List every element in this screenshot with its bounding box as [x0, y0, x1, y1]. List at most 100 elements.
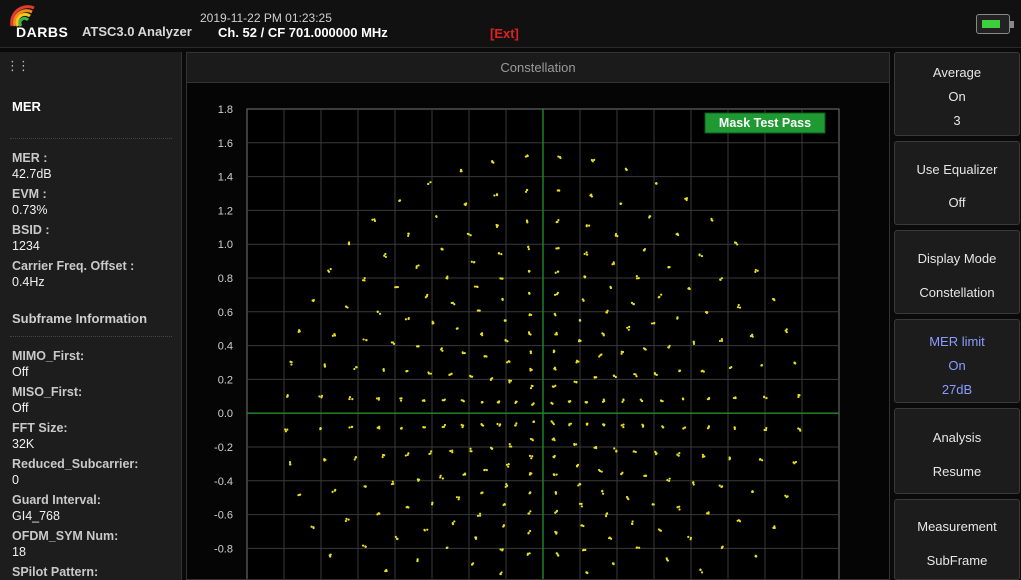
constellation-point: [407, 234, 410, 237]
constellation-point: [480, 400, 484, 404]
constellation-point: [348, 397, 351, 401]
constellation-point: [483, 469, 486, 472]
constellation-point: [446, 546, 449, 549]
analysis-button[interactable]: Analysis Resume: [894, 408, 1020, 494]
constellation-point: [705, 512, 709, 515]
constellation-point: [555, 531, 558, 534]
constellation-point: [631, 522, 634, 526]
metric-value: 42.7dB: [12, 167, 52, 181]
constellation-point: [528, 512, 531, 515]
constellation-point: [461, 351, 464, 354]
button-value: Constellation: [919, 285, 995, 300]
constellation-point: [514, 424, 517, 427]
constellation-point: [443, 423, 447, 427]
constellation-point: [381, 455, 384, 459]
constellation-point: [461, 426, 464, 429]
constellation-point: [286, 394, 289, 397]
constellation-point: [475, 285, 479, 288]
constellation-point: [676, 316, 679, 319]
constellation-point: [508, 442, 511, 446]
constellation-point: [457, 496, 461, 499]
constellation-point: [575, 380, 578, 384]
constellation-point: [329, 267, 332, 271]
metric-value: 1234: [12, 239, 40, 253]
constellation-point: [599, 354, 602, 357]
constellation-point: [404, 454, 407, 457]
constellation-point: [478, 514, 482, 517]
constellation-point: [491, 447, 494, 450]
constellation-point: [687, 535, 690, 538]
channel-frequency: Ch. 52 / CF 701.000000 MHz: [218, 25, 388, 40]
constellation-point: [469, 450, 472, 453]
constellation-point: [383, 254, 386, 257]
constellation-point: [361, 279, 365, 282]
constellation-point: [615, 449, 618, 452]
constellation-point: [649, 215, 652, 218]
button-label: Display Mode: [917, 251, 997, 266]
constellation-point: [504, 319, 507, 322]
metric-label: BSID :: [12, 223, 50, 237]
drag-handle-icon[interactable]: ⋮⋮: [6, 58, 30, 74]
mer-limit-button[interactable]: MER limit On 27dB: [894, 319, 1020, 403]
constellation-point: [620, 350, 623, 353]
constellation-point: [471, 563, 474, 566]
y-tick-label: 0.2: [218, 374, 233, 386]
constellation-point: [692, 483, 695, 486]
constellation-point: [439, 474, 442, 477]
constellation-point: [734, 396, 737, 399]
constellation-point: [506, 340, 509, 343]
constellation-point: [557, 155, 560, 158]
constellation-point: [638, 546, 641, 549]
average-button[interactable]: Average On 3: [894, 52, 1020, 136]
constellation-point: [348, 395, 352, 399]
constellation-point: [529, 333, 532, 336]
constellation-point: [364, 545, 367, 548]
logo-text: DARBS: [16, 24, 69, 40]
constellation-point: [555, 473, 558, 476]
constellation-point: [415, 266, 418, 269]
constellation-point: [526, 154, 529, 157]
constellation-point: [763, 395, 766, 398]
constellation-point: [662, 426, 665, 429]
y-tick-label: 0.4: [218, 341, 233, 353]
display-mode-button[interactable]: Display Mode Constellation: [894, 230, 1020, 314]
constellation-point: [426, 293, 429, 297]
constellation-point: [720, 337, 724, 341]
button-label: Use Equalizer: [916, 162, 998, 177]
constellation-point: [382, 368, 385, 371]
constellation-point: [431, 320, 434, 323]
measurement-button[interactable]: Measurement SubFrame: [894, 499, 1020, 580]
constellation-point: [507, 463, 510, 466]
constellation-chart: 1.8 1.6 1.4 1.2 1.0 0.8 0.6 0.4 0.2 0.0 -0.2 -0.4 -0…: [214, 104, 840, 579]
constellation-point: [406, 369, 409, 373]
constellation-point: [526, 221, 529, 224]
constellation-point: [590, 193, 593, 196]
constellation-point: [719, 278, 722, 281]
constellation-point: [459, 170, 462, 173]
use-equalizer-button[interactable]: Use Equalizer Off: [894, 141, 1020, 225]
constellation-point: [692, 342, 696, 346]
constellation-point: [354, 456, 357, 459]
constellation-point: [429, 372, 433, 375]
constellation-point: [653, 372, 656, 375]
constellation-point: [650, 322, 654, 325]
constellation-point: [310, 525, 313, 528]
subframe-spilot: SPilot Pattern:: [12, 564, 98, 580]
constellation-point: [365, 338, 368, 342]
constellation-point: [501, 277, 504, 280]
button-label: Measurement: [917, 519, 997, 534]
constellation-point: [416, 558, 419, 561]
constellation-point: [660, 293, 663, 296]
constellation-point: [289, 463, 292, 466]
constellation-point: [503, 503, 507, 506]
metric-mer: MER : 42.7dB: [12, 150, 52, 182]
constellation-point: [481, 423, 484, 427]
constellation-point: [659, 529, 662, 532]
constellation-point: [582, 299, 585, 302]
constellation-point: [453, 520, 456, 523]
constellation-point: [400, 397, 403, 400]
constellation-point: [718, 339, 722, 343]
constellation-point: [385, 568, 388, 572]
constellation-point: [738, 306, 742, 309]
constellation-point: [376, 513, 379, 516]
